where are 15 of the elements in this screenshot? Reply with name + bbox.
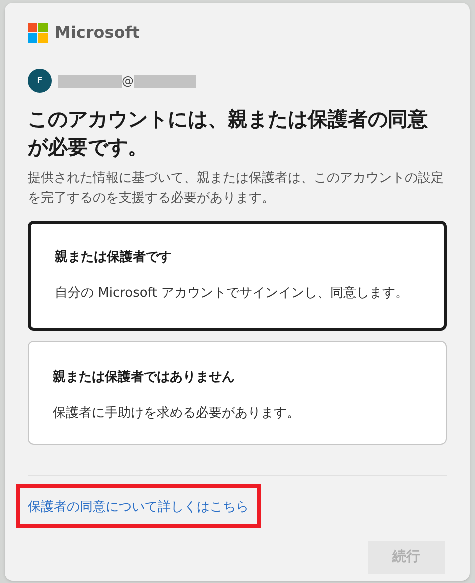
description: 提供された情報に基づいて、親または保護者は、このアカウントの設定を完了するのを支援する必要があります。 (28, 170, 445, 208)
option-title: 親または保護者ではありません (53, 368, 236, 387)
option-card[interactable]: 親または保護者です 自分の Microsoft アカウントでサインインし、同意します。 (28, 221, 447, 331)
brand-name: Microsoft (55, 22, 140, 44)
four-squares-logo-icon (28, 23, 48, 43)
option-card[interactable]: 親または保護者ではありません 保護者に手助けを求める必要があります。 (28, 341, 447, 445)
avatar: F (28, 69, 52, 93)
option-detail: 保護者に手助けを求める必要があります。 (53, 404, 301, 422)
redacted-block (58, 74, 122, 88)
option-title: 親または保護者です (55, 248, 173, 267)
option-detail: 自分の Microsoft アカウントでサインインし、同意します。 (55, 284, 410, 302)
at-sign: @ (122, 73, 134, 90)
heading: このアカウントには、親または保護者の同意が必要です。 (28, 106, 429, 161)
redacted-block (134, 74, 196, 88)
help-link[interactable]: 保護者の同意について詳しくはこちら (28, 500, 249, 515)
